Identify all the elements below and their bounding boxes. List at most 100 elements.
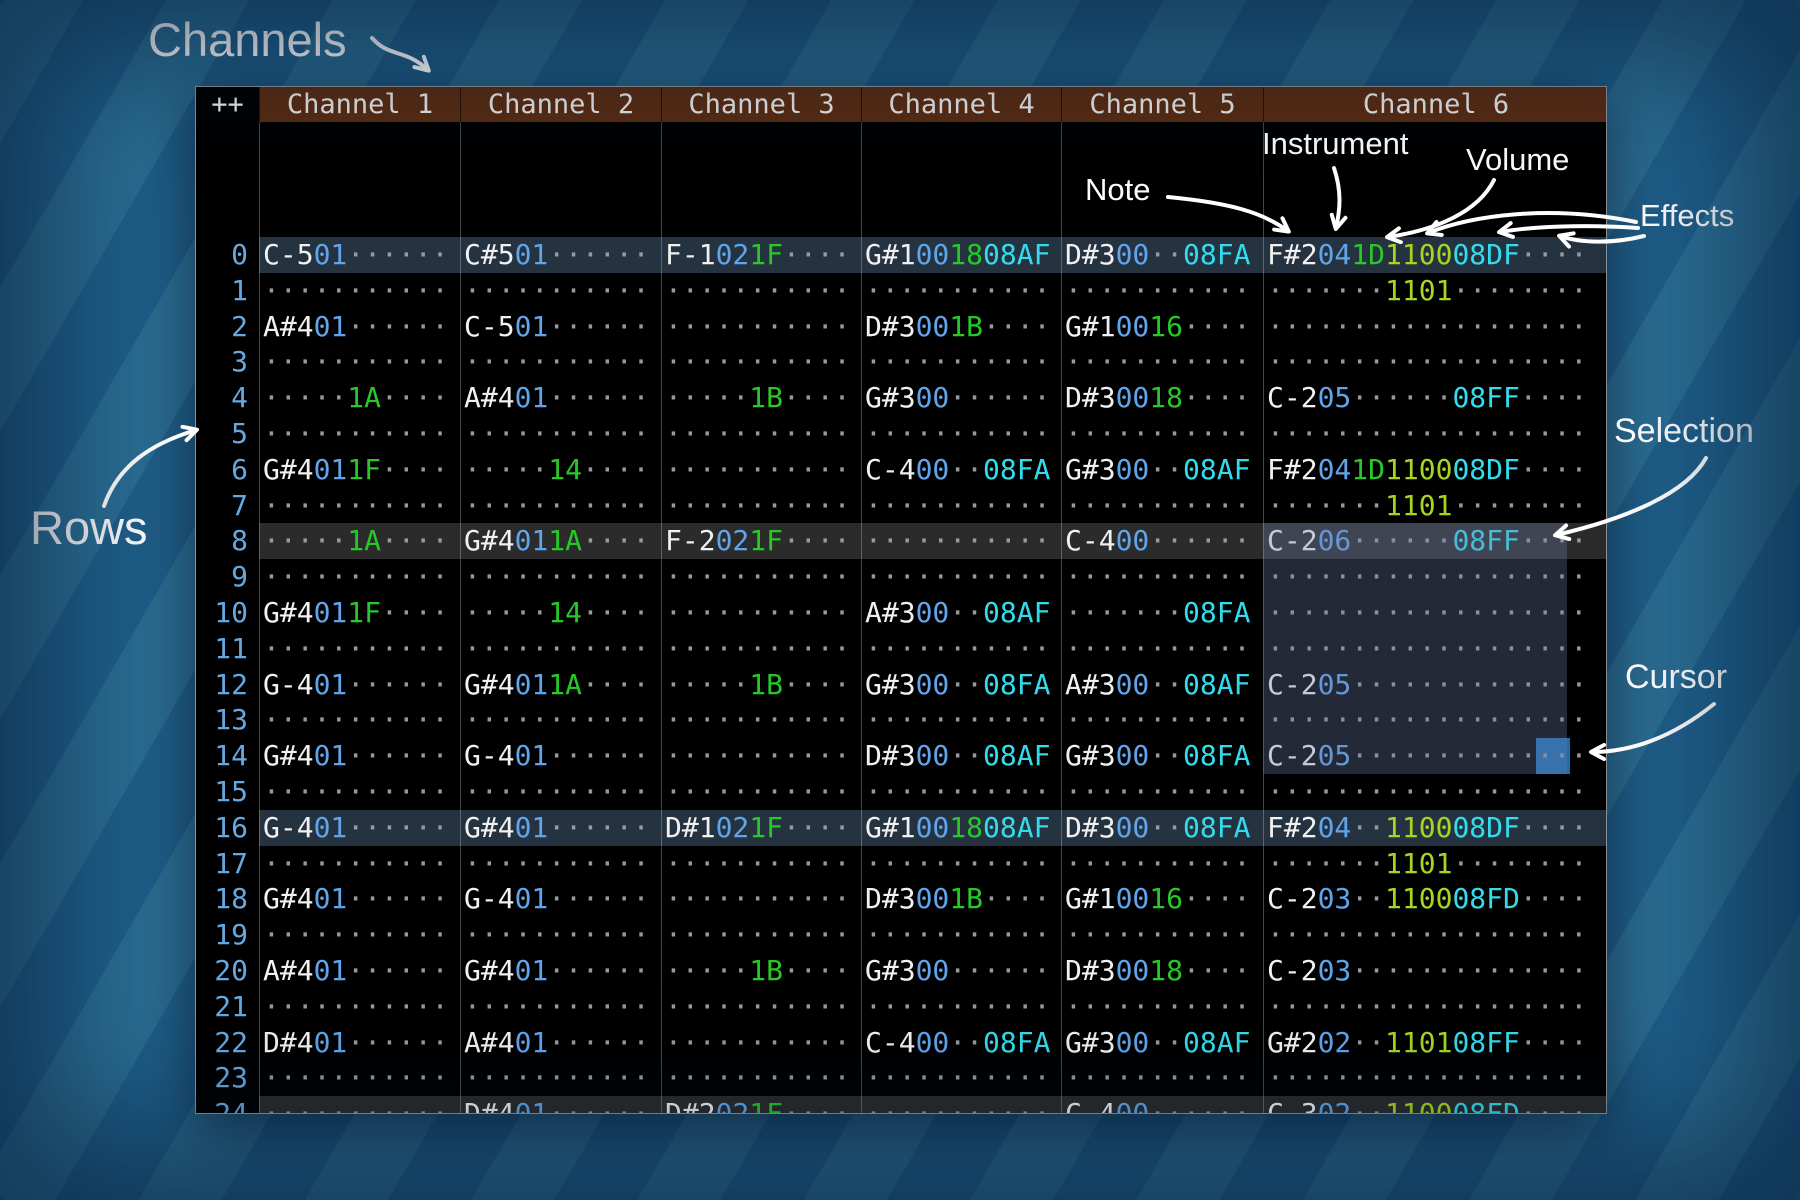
pattern-cell-r24-c4[interactable]: ··········· [861,1096,1061,1114]
pattern-cell-r14-c2[interactable]: G-401······ [460,738,661,774]
pattern-cell-r24-c6[interactable]: C-302··110008FD···· [1263,1096,1607,1114]
pattern-cell-r11-c5[interactable]: ··········· [1061,631,1263,667]
pattern-cell-r19-c3[interactable]: ··········· [661,917,861,953]
pattern-cell-r20-c4[interactable]: G#300······ [861,953,1061,989]
pattern-cell-r2-c1[interactable]: A#401······ [259,309,460,345]
pattern-cell-r13-c1[interactable]: ··········· [259,702,460,738]
pattern-cell-r21-c4[interactable]: ··········· [861,989,1061,1025]
pattern-cell-r3-c3[interactable]: ··········· [661,344,861,380]
pattern-cell-r14-c6[interactable]: C-205·············· [1263,738,1607,774]
pattern-cell-r12-c2[interactable]: G#4011A···· [460,667,661,703]
pattern-cell-r16-c1[interactable]: G-401······ [259,810,460,846]
pattern-cell-r9-c2[interactable]: ··········· [460,559,661,595]
pattern-cell-r7-c5[interactable]: ··········· [1061,488,1263,524]
pattern-cell-r15-c5[interactable]: ··········· [1061,774,1263,810]
pattern-cell-r7-c4[interactable]: ··········· [861,488,1061,524]
pattern-cell-r1-c6[interactable]: ·······1101········ [1263,273,1607,309]
pattern-cell-r22-c3[interactable]: ··········· [661,1025,861,1061]
pattern-cell-r8-c1[interactable]: ·····1A···· [259,523,460,559]
pattern-cell-r6-c2[interactable]: ·····14···· [460,452,661,488]
pattern-cell-r10-c1[interactable]: G#4011F···· [259,595,460,631]
pattern-corner-cell[interactable]: ++ [196,87,259,122]
pattern-cell-r18-c2[interactable]: G-401······ [460,881,661,917]
pattern-cell-r21-c2[interactable]: ··········· [460,989,661,1025]
pattern-cell-r15-c4[interactable]: ··········· [861,774,1061,810]
pattern-cell-r11-c1[interactable]: ··········· [259,631,460,667]
pattern-cell-r6-c4[interactable]: C-400··08FA [861,452,1061,488]
pattern-cell-r24-c2[interactable]: D#401······ [460,1096,661,1114]
pattern-cell-r23-c1[interactable]: ··········· [259,1060,460,1096]
pattern-cell-r19-c2[interactable]: ··········· [460,917,661,953]
pattern-cell-r19-c1[interactable]: ··········· [259,917,460,953]
channel-header-4[interactable]: Channel 4 [861,87,1061,122]
pattern-cell-r8-c2[interactable]: G#4011A···· [460,523,661,559]
pattern-cell-r2-c3[interactable]: ··········· [661,309,861,345]
pattern-cell-r23-c5[interactable]: ··········· [1061,1060,1263,1096]
pattern-cell-r18-c4[interactable]: D#3001B···· [861,881,1061,917]
pattern-cell-r14-c1[interactable]: G#401······ [259,738,460,774]
pattern-cell-r18-c3[interactable]: ··········· [661,881,861,917]
pattern-cell-r17-c3[interactable]: ··········· [661,846,861,882]
pattern-cell-r9-c6[interactable]: ··················· [1263,559,1607,595]
channel-header-6[interactable]: Channel 6 [1263,87,1607,122]
pattern-cell-r18-c1[interactable]: G#401······ [259,881,460,917]
pattern-cell-r23-c4[interactable]: ··········· [861,1060,1061,1096]
pattern-cell-r0-c6[interactable]: F#2041D110008DF···· [1263,237,1607,273]
pattern-cell-r5-c1[interactable]: ··········· [259,416,460,452]
pattern-cell-r22-c1[interactable]: D#401······ [259,1025,460,1061]
pattern-cell-r15-c2[interactable]: ··········· [460,774,661,810]
pattern-cell-r4-c4[interactable]: G#300······ [861,380,1061,416]
pattern-cell-r3-c1[interactable]: ··········· [259,344,460,380]
pattern-cell-r2-c4[interactable]: D#3001B···· [861,309,1061,345]
pattern-cell-r6-c6[interactable]: F#2041D110008DF···· [1263,452,1607,488]
pattern-cell-r14-c3[interactable]: ··········· [661,738,861,774]
pattern-cell-r11-c6[interactable]: ··················· [1263,631,1607,667]
pattern-cell-r10-c3[interactable]: ··········· [661,595,861,631]
pattern-cell-r6-c3[interactable]: ··········· [661,452,861,488]
pattern-cell-r2-c6[interactable]: ··················· [1263,309,1607,345]
pattern-cell-r11-c4[interactable]: ··········· [861,631,1061,667]
pattern-cell-r5-c2[interactable]: ··········· [460,416,661,452]
pattern-cell-r9-c5[interactable]: ··········· [1061,559,1263,595]
pattern-cell-r22-c2[interactable]: A#401······ [460,1025,661,1061]
pattern-cell-r23-c2[interactable]: ··········· [460,1060,661,1096]
pattern-cell-r8-c4[interactable]: ··········· [861,523,1061,559]
pattern-cell-r1-c2[interactable]: ··········· [460,273,661,309]
pattern-cell-r6-c1[interactable]: G#4011F···· [259,452,460,488]
pattern-cell-r14-c4[interactable]: D#300··08AF [861,738,1061,774]
pattern-cell-r23-c6[interactable]: ··················· [1263,1060,1607,1096]
pattern-cell-r5-c5[interactable]: ··········· [1061,416,1263,452]
pattern-cell-r18-c6[interactable]: C-203··110008FD···· [1263,881,1607,917]
pattern-cell-r4-c2[interactable]: A#401······ [460,380,661,416]
pattern-cell-r13-c3[interactable]: ··········· [661,702,861,738]
pattern-cell-r21-c5[interactable]: ··········· [1061,989,1263,1025]
channel-header-2[interactable]: Channel 2 [460,87,661,122]
pattern-cell-r8-c5[interactable]: C-400······ [1061,523,1263,559]
pattern-cell-r17-c6[interactable]: ·······1101········ [1263,846,1607,882]
pattern-cell-r18-c5[interactable]: G#10016···· [1061,881,1263,917]
pattern-cell-r0-c3[interactable]: F-1021F···· [661,237,861,273]
pattern-cell-r3-c4[interactable]: ··········· [861,344,1061,380]
pattern-cell-r22-c4[interactable]: C-400··08FA [861,1025,1061,1061]
channel-header-3[interactable]: Channel 3 [661,87,861,122]
pattern-cell-r24-c5[interactable]: C-400······ [1061,1096,1263,1114]
pattern-cell-r13-c2[interactable]: ··········· [460,702,661,738]
pattern-cell-r23-c3[interactable]: ··········· [661,1060,861,1096]
pattern-cell-r16-c5[interactable]: D#300··08FA [1061,810,1263,846]
pattern-cell-r0-c1[interactable]: C-501······ [259,237,460,273]
pattern-cell-r3-c6[interactable]: ··················· [1263,344,1607,380]
pattern-cell-r15-c6[interactable]: ··················· [1263,774,1607,810]
pattern-cell-r7-c2[interactable]: ··········· [460,488,661,524]
pattern-cell-r14-c5[interactable]: G#300··08FA [1061,738,1263,774]
pattern-cell-r20-c1[interactable]: A#401······ [259,953,460,989]
pattern-cell-r12-c5[interactable]: A#300··08AF [1061,667,1263,703]
pattern-cell-r9-c4[interactable]: ··········· [861,559,1061,595]
pattern-cell-r21-c6[interactable]: ··················· [1263,989,1607,1025]
pattern-cell-r16-c6[interactable]: F#204··110008DF···· [1263,810,1607,846]
pattern-cell-r21-c1[interactable]: ··········· [259,989,460,1025]
pattern-cell-r1-c1[interactable]: ··········· [259,273,460,309]
channel-header-5[interactable]: Channel 5 [1061,87,1263,122]
pattern-cell-r5-c4[interactable]: ··········· [861,416,1061,452]
pattern-cell-r5-c6[interactable]: ··················· [1263,416,1607,452]
pattern-cell-r0-c4[interactable]: G#1001808AF [861,237,1061,273]
